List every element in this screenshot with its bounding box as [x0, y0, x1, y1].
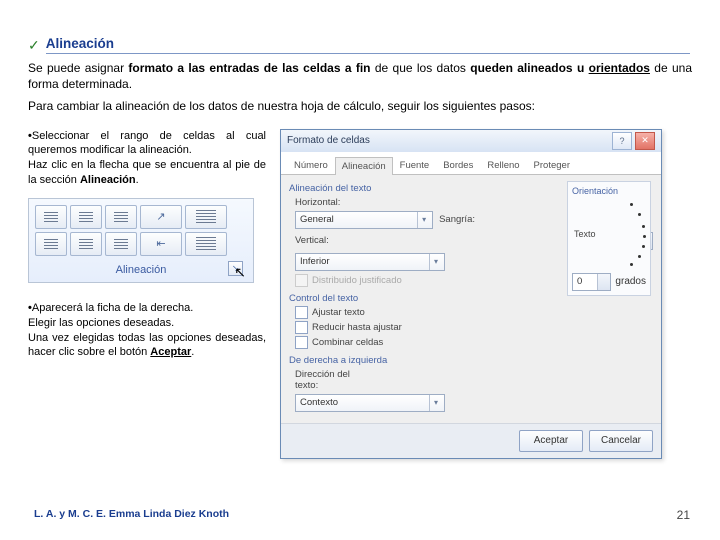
merge-cells-button[interactable]	[185, 232, 227, 256]
align-bottom-button[interactable]	[105, 205, 137, 229]
label-text-dir: Dirección del texto:	[295, 369, 375, 391]
text-direction-combo[interactable]: Contexto	[295, 394, 445, 412]
cancel-button[interactable]: Cancelar	[589, 430, 653, 452]
footer-page-number: 21	[677, 508, 690, 522]
merge-cells-check[interactable]: Combinar celdas	[295, 336, 653, 349]
tab-relleno[interactable]: Relleno	[480, 156, 526, 174]
section-title: Alineación	[46, 36, 690, 54]
heading-row: ✓ Alineación	[28, 36, 692, 54]
footer-author: L. A. y M. C. E. Emma Linda Diez Knoth	[34, 508, 229, 520]
check-icon: ✓	[28, 37, 40, 54]
shrink-fit-check[interactable]: Reducir hasta ajustar	[295, 321, 653, 334]
align-middle-button[interactable]	[70, 205, 102, 229]
format-cells-dialog: Formato de celdas ? ✕ Número Alineación …	[280, 129, 662, 459]
tab-numero[interactable]: Número	[287, 156, 335, 174]
tab-proteger[interactable]: Proteger	[527, 156, 577, 174]
left-column: •Seleccionar el rango de celdas al cual …	[28, 129, 266, 371]
label-horizontal: Horizontal:	[295, 197, 347, 208]
orientation-arc[interactable]: Texto	[572, 199, 646, 269]
vertical-combo[interactable]: Inferior	[295, 253, 445, 271]
align-top-left-button[interactable]	[35, 205, 67, 229]
label-sangria: Sangría:	[439, 214, 475, 225]
dialog-titlebar: Formato de celdas ? ✕	[281, 130, 661, 152]
accept-button[interactable]: Aceptar	[519, 430, 583, 452]
group-rtl: De derecha a izquierda	[289, 355, 653, 366]
intro-paragraph-2: Para cambiar la alineación de los datos …	[28, 98, 692, 114]
two-column-area: •Seleccionar el rango de celdas al cual …	[28, 129, 692, 459]
intro-paragraph-1: Se puede asignar formato a las entradas …	[28, 60, 692, 92]
dialog-footer: Aceptar Cancelar	[281, 423, 661, 458]
document-page: ✓ Alineación Se puede asignar formato a …	[0, 0, 720, 540]
dialog-body: Alineación del texto Horizontal: General…	[281, 175, 661, 423]
ribbon-alignment-group: ↗ ⇤ Alineación ↘ ↖	[28, 198, 254, 283]
dialog-launcher-icon[interactable]: ↘ ↖	[228, 261, 243, 276]
ribbon-group-label: Alineación ↘ ↖	[35, 259, 247, 282]
dialog-tabs: Número Alineación Fuente Bordes Relleno …	[281, 152, 661, 175]
degrees-label: grados	[615, 276, 646, 287]
tab-bordes[interactable]: Bordes	[436, 156, 480, 174]
tab-alineacion[interactable]: Alineación	[335, 157, 393, 175]
step-1: •Seleccionar el rango de celdas al cual …	[28, 129, 266, 188]
close-icon[interactable]: ✕	[635, 132, 655, 150]
degrees-spin[interactable]: 0	[572, 273, 611, 291]
align-left-button[interactable]	[35, 232, 67, 256]
ribbon-group-label-text: Alineación	[116, 264, 167, 276]
dialog-title: Formato de celdas	[287, 135, 370, 146]
align-right-button[interactable]	[105, 232, 137, 256]
label-vertical: Vertical:	[295, 235, 347, 246]
align-center-button[interactable]	[70, 232, 102, 256]
wrap-text-check[interactable]: Ajustar texto	[295, 306, 653, 319]
cursor-icon: ↖	[234, 264, 246, 281]
step-2: •Aparecerá la ficha de la derecha. Elegi…	[28, 301, 266, 360]
orientation-box: Orientación Texto 0 grados	[567, 181, 651, 296]
orientation-button[interactable]: ↗	[140, 205, 182, 229]
help-button[interactable]: ?	[612, 132, 632, 150]
tab-fuente[interactable]: Fuente	[393, 156, 437, 174]
decrease-indent-button[interactable]: ⇤	[140, 232, 182, 256]
orientation-header: Orientación	[572, 186, 646, 196]
horizontal-combo[interactable]: General	[295, 211, 433, 229]
wrap-text-button[interactable]	[185, 205, 227, 229]
